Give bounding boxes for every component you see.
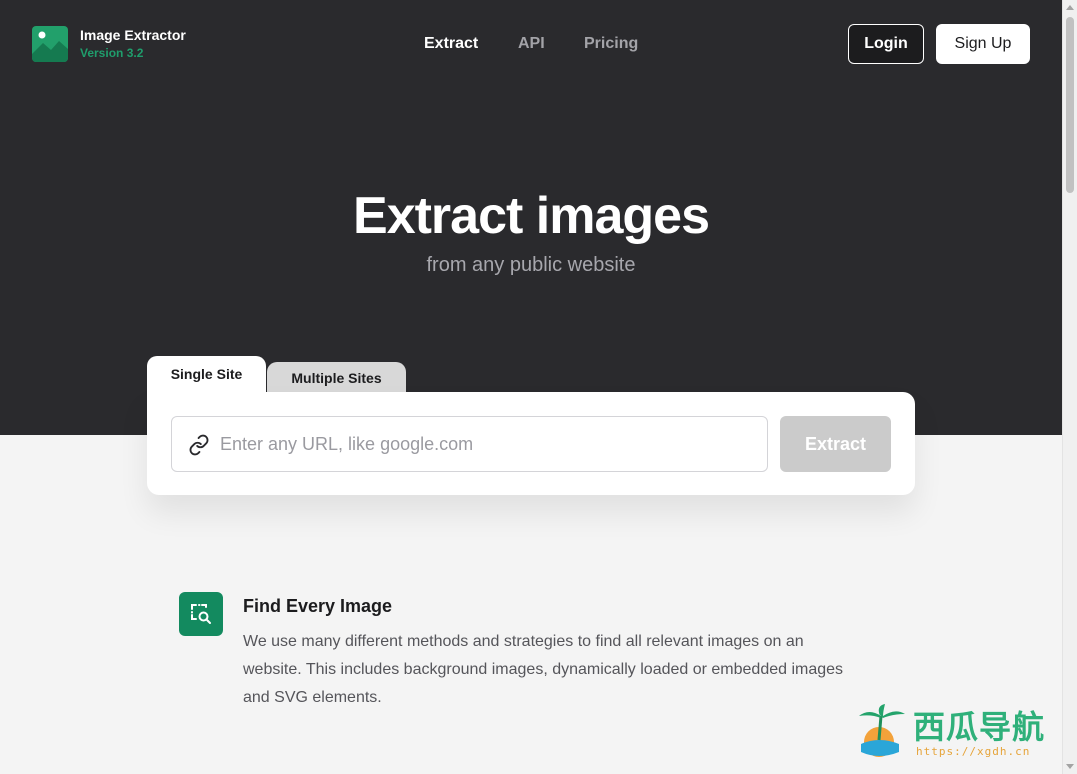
tab-multiple-sites[interactable]: Multiple Sites — [267, 362, 406, 392]
nav-api[interactable]: API — [518, 35, 545, 53]
watermark-logo-icon — [859, 704, 905, 757]
extract-button[interactable]: Extract — [780, 416, 891, 472]
hero-subtitle: from any public website — [426, 254, 636, 276]
url-input[interactable] — [220, 417, 750, 471]
nav-extract[interactable]: Extract — [424, 35, 478, 53]
link-icon — [189, 434, 209, 456]
login-button[interactable]: Login — [848, 24, 924, 64]
brand-name: Image Extractor — [80, 27, 186, 43]
page-scrollbar[interactable] — [1062, 0, 1077, 774]
app-logo-icon[interactable] — [32, 26, 68, 62]
watermark-title: 西瓜导航 — [913, 708, 1046, 746]
feature-title: Find Every Image — [243, 596, 393, 616]
signup-button[interactable]: Sign Up — [936, 24, 1030, 64]
scroll-thumb[interactable] — [1066, 17, 1074, 193]
nav-pricing[interactable]: Pricing — [584, 35, 638, 53]
feature-description: We use many different methods and strate… — [243, 633, 844, 706]
scroll-up-icon[interactable] — [1066, 5, 1074, 10]
watermark-url: https://xgdh.cn — [916, 745, 1031, 758]
tab-single-site[interactable]: Single Site — [147, 356, 266, 394]
extract-card: Extract — [147, 392, 915, 495]
scroll-down-icon[interactable] — [1066, 764, 1074, 769]
hero-title: Extract images — [353, 187, 710, 245]
image-search-icon — [179, 592, 223, 636]
brand-version: Version 3.2 — [80, 46, 144, 60]
url-field[interactable] — [171, 416, 768, 472]
